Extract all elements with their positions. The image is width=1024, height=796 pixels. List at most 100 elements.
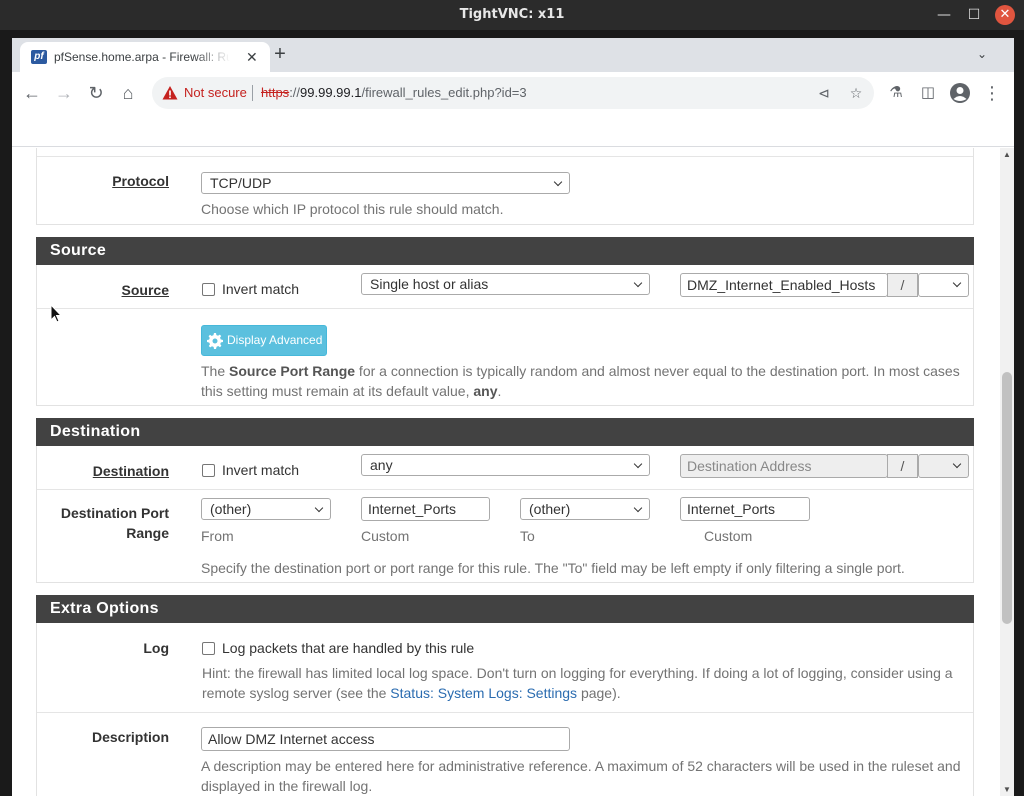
window-close-icon[interactable]: ✕ <box>995 5 1015 25</box>
protocol-select[interactable]: TCP/UDP <box>201 172 570 194</box>
log-checkbox[interactable] <box>202 642 215 655</box>
destination-mask-select[interactable] <box>918 454 969 478</box>
scroll-up-arrow-icon[interactable]: ▲ <box>1003 150 1011 159</box>
browser-menu-icon[interactable]: ⋮ <box>980 81 1004 105</box>
destination-invert-checkbox[interactable] <box>202 464 215 477</box>
tab-title: pfSense.home.arpa - Firewall: Rules: Edi… <box>54 50 230 64</box>
destination-address-input[interactable]: Destination Address <box>680 454 888 478</box>
log-help: Hint: the firewall has limited local log… <box>202 663 972 703</box>
back-icon[interactable]: ← <box>20 81 44 105</box>
tab-search-chevron-icon[interactable]: ⌄ <box>974 47 990 63</box>
omnibox-divider <box>252 85 253 101</box>
new-tab-icon[interactable]: + <box>270 44 290 65</box>
port-to-custom-caption: Custom <box>704 528 753 544</box>
browser-toolbar: ← → ↻ ⌂ Not secure https://99.99.99.1/fi… <box>12 72 1014 114</box>
url-text[interactable]: https://99.99.99.1/firewall_rules_edit.p… <box>261 85 527 100</box>
description-label: Description <box>91 729 169 745</box>
protocol-panel: Protocol TCP/UDP Choose which IP protoco… <box>36 148 974 225</box>
log-row: Log Log packets that are handled by this… <box>37 623 973 712</box>
mouse-cursor-icon <box>50 304 62 323</box>
destination-port-label-line1: Destination Port <box>60 505 169 521</box>
port-to-caption: To <box>520 528 535 544</box>
scroll-down-arrow-icon[interactable]: ▼ <box>1003 785 1011 794</box>
destination-panel: Destination Invert match any Destination… <box>36 446 974 583</box>
source-mask-slash: / <box>887 273 918 297</box>
url-scheme: https <box>261 85 290 100</box>
log-help-line2-post: page). <box>577 685 621 701</box>
side-panel-icon[interactable]: ◫ <box>916 81 940 105</box>
bookmarks-bar <box>12 114 1014 147</box>
source-type-select[interactable]: Single host or alias <box>361 273 650 295</box>
source-help-bold: Source Port Range <box>229 363 356 379</box>
source-help-pre: The <box>201 363 230 379</box>
window-title: TightVNC: x11 <box>459 7 565 22</box>
system-logs-settings-link[interactable]: Status: System Logs: Settings <box>390 685 577 701</box>
tab-pfsense[interactable]: pf pfSense.home.arpa - Firewall: Rules: … <box>20 42 270 72</box>
destination-type-select[interactable]: any <box>361 454 650 476</box>
protocol-row: Protocol TCP/UDP Choose which IP protoco… <box>37 156 973 224</box>
home-icon[interactable]: ⌂ <box>116 81 140 105</box>
browser-window: pf pfSense.home.arpa - Firewall: Rules: … <box>12 38 1014 796</box>
source-invert-label: Invert match <box>222 281 300 297</box>
page-scrollbar[interactable]: ▲ ▼ <box>1000 148 1014 796</box>
minimize-icon[interactable]: — <box>934 5 954 25</box>
port-from-custom-input[interactable]: Internet_Ports <box>361 497 490 521</box>
url-path: /firewall_rules_edit.php?id=3 <box>361 85 527 100</box>
bookmark-star-icon[interactable]: ☆ <box>847 84 865 102</box>
description-help-line1: A description may be entered here for ad… <box>201 758 961 774</box>
destination-port-range-row: Destination Port Range (other) From Inte… <box>37 489 973 583</box>
destination-mask-slash: / <box>887 454 918 478</box>
destination-row: Destination Invert match any Destination… <box>37 446 973 489</box>
source-invert-checkbox[interactable] <box>202 283 215 296</box>
scroll-thumb[interactable] <box>1002 372 1012 624</box>
protocol-label: Protocol <box>112 173 169 189</box>
port-from-select[interactable]: (other) <box>201 498 331 520</box>
window-titlebar: TightVNC: x11 — ☐ ✕ <box>0 0 1024 30</box>
extension-icon[interactable]: ⚗ <box>884 81 908 105</box>
description-help: A description may be entered here for ad… <box>201 756 971 796</box>
port-to-select[interactable]: (other) <box>520 498 650 520</box>
tab-close-icon[interactable]: ✕ <box>246 49 258 65</box>
display-advanced-label: Display Advanced <box>227 333 323 347</box>
url-scheme-separator: :// <box>289 85 301 100</box>
log-label: Log <box>143 640 169 656</box>
source-advanced-row: Display Advanced The Source Port Range f… <box>37 308 973 406</box>
description-help-line2: displayed in the firewall log. <box>201 778 373 794</box>
not-secure-label[interactable]: Not secure <box>184 85 247 100</box>
page-viewport: Protocol TCP/UDP Choose which IP protoco… <box>12 148 1000 796</box>
profile-avatar-icon[interactable] <box>948 81 972 105</box>
port-from-custom-caption: Custom <box>361 528 410 544</box>
description-input[interactable]: Allow DMZ Internet access <box>201 727 570 751</box>
destination-label: Destination <box>92 463 169 479</box>
protocol-help: Choose which IP protocol this rule shoul… <box>201 201 504 217</box>
address-bar[interactable]: Not secure https://99.99.99.1/firewall_r… <box>152 77 874 109</box>
source-row: Source Invert match Single host or alias… <box>37 265 973 308</box>
warning-icon <box>162 86 178 100</box>
display-advanced-button[interactable]: Display Advanced <box>201 325 327 356</box>
extra-options-heading: Extra Options <box>36 595 974 623</box>
reload-icon[interactable]: ↻ <box>84 81 108 105</box>
destination-port-label-line2: Range <box>126 525 169 541</box>
share-icon[interactable]: ⊲ <box>815 84 833 102</box>
log-help-line2-pre: remote syslog server (see the <box>202 685 391 701</box>
description-row: Description Allow DMZ Internet access A … <box>37 712 973 796</box>
gear-icon <box>207 333 223 349</box>
url-host: 99.99.99.1 <box>300 85 362 100</box>
source-address-input[interactable]: DMZ_Internet_Enabled_Hosts <box>680 273 888 297</box>
source-help-any: any <box>473 383 498 399</box>
destination-invert-label: Invert match <box>222 462 300 478</box>
log-checkbox-label: Log packets that are handled by this rul… <box>222 640 475 656</box>
source-port-range-help: The Source Port Range for a connection i… <box>201 361 961 401</box>
maximize-icon[interactable]: ☐ <box>964 5 984 25</box>
log-help-line1: Hint: the firewall has limited local log… <box>202 665 953 681</box>
port-from-caption: From <box>201 528 234 544</box>
extra-options-panel: Log Log packets that are handled by this… <box>36 623 974 796</box>
tab-strip: pf pfSense.home.arpa - Firewall: Rules: … <box>12 38 1014 72</box>
source-heading: Source <box>36 237 974 265</box>
forward-icon[interactable]: → <box>52 81 76 105</box>
destination-port-help: Specify the destination port or port ran… <box>201 560 905 576</box>
source-mask-select[interactable] <box>918 273 969 297</box>
pfsense-favicon-icon: pf <box>31 50 47 64</box>
port-to-custom-input[interactable]: Internet_Ports <box>680 497 810 521</box>
source-panel: Source Invert match Single host or alias… <box>36 265 974 406</box>
